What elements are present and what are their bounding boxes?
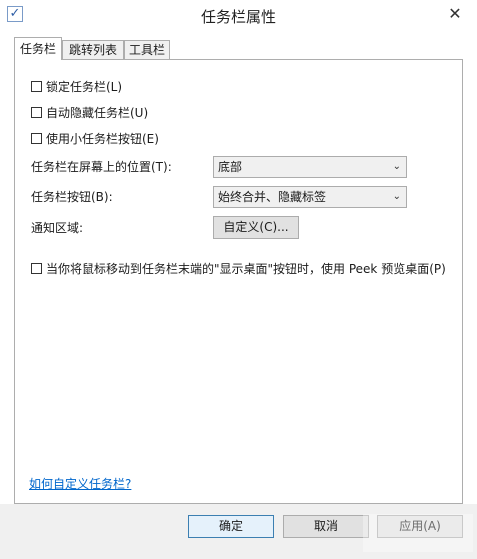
location-select[interactable]: 底部 ⌄ xyxy=(213,156,407,178)
customize-button[interactable]: 自定义(C)... xyxy=(213,216,299,239)
lock-taskbar-label: 锁定任务栏(L) xyxy=(46,80,123,94)
help-link[interactable]: 如何自定义任务栏? xyxy=(29,475,131,492)
small-buttons-option[interactable]: 使用小任务栏按钮(E) xyxy=(31,131,159,147)
location-label: 任务栏在屏幕上的位置(T): xyxy=(31,160,172,174)
lock-taskbar-checkbox[interactable] xyxy=(31,81,42,92)
ok-button[interactable]: 确定 xyxy=(188,515,274,538)
peek-label: 当你将鼠标移动到任务栏末端的"显示桌面"按钮时，使用 Peek 预览桌面(P) xyxy=(46,262,446,276)
autohide-label: 自动隐藏任务栏(U) xyxy=(46,106,149,120)
lock-taskbar-option[interactable]: 锁定任务栏(L) xyxy=(31,79,122,95)
small-buttons-label: 使用小任务栏按钮(E) xyxy=(46,132,159,146)
taskbar-buttons-value: 始终合并、隐藏标签 xyxy=(218,190,327,204)
location-value: 底部 xyxy=(218,160,243,174)
peek-option[interactable]: 当你将鼠标移动到任务栏末端的"显示桌面"按钮时，使用 Peek 预览桌面(P) xyxy=(31,261,446,277)
autohide-option[interactable]: 自动隐藏任务栏(U) xyxy=(31,105,148,121)
watermark-overlay xyxy=(363,514,473,552)
peek-checkbox[interactable] xyxy=(31,263,42,274)
autohide-checkbox[interactable] xyxy=(31,107,42,118)
chevron-down-icon: ⌄ xyxy=(392,191,401,202)
chevron-down-icon: ⌄ xyxy=(392,161,401,172)
cancel-button[interactable]: 取消 xyxy=(283,515,369,538)
notification-area-label: 通知区域: xyxy=(31,221,84,235)
taskbar-buttons-select[interactable]: 始终合并、隐藏标签 ⌄ xyxy=(213,186,407,208)
taskbar-buttons-label: 任务栏按钮(B): xyxy=(31,190,113,204)
small-buttons-checkbox[interactable] xyxy=(31,133,42,144)
